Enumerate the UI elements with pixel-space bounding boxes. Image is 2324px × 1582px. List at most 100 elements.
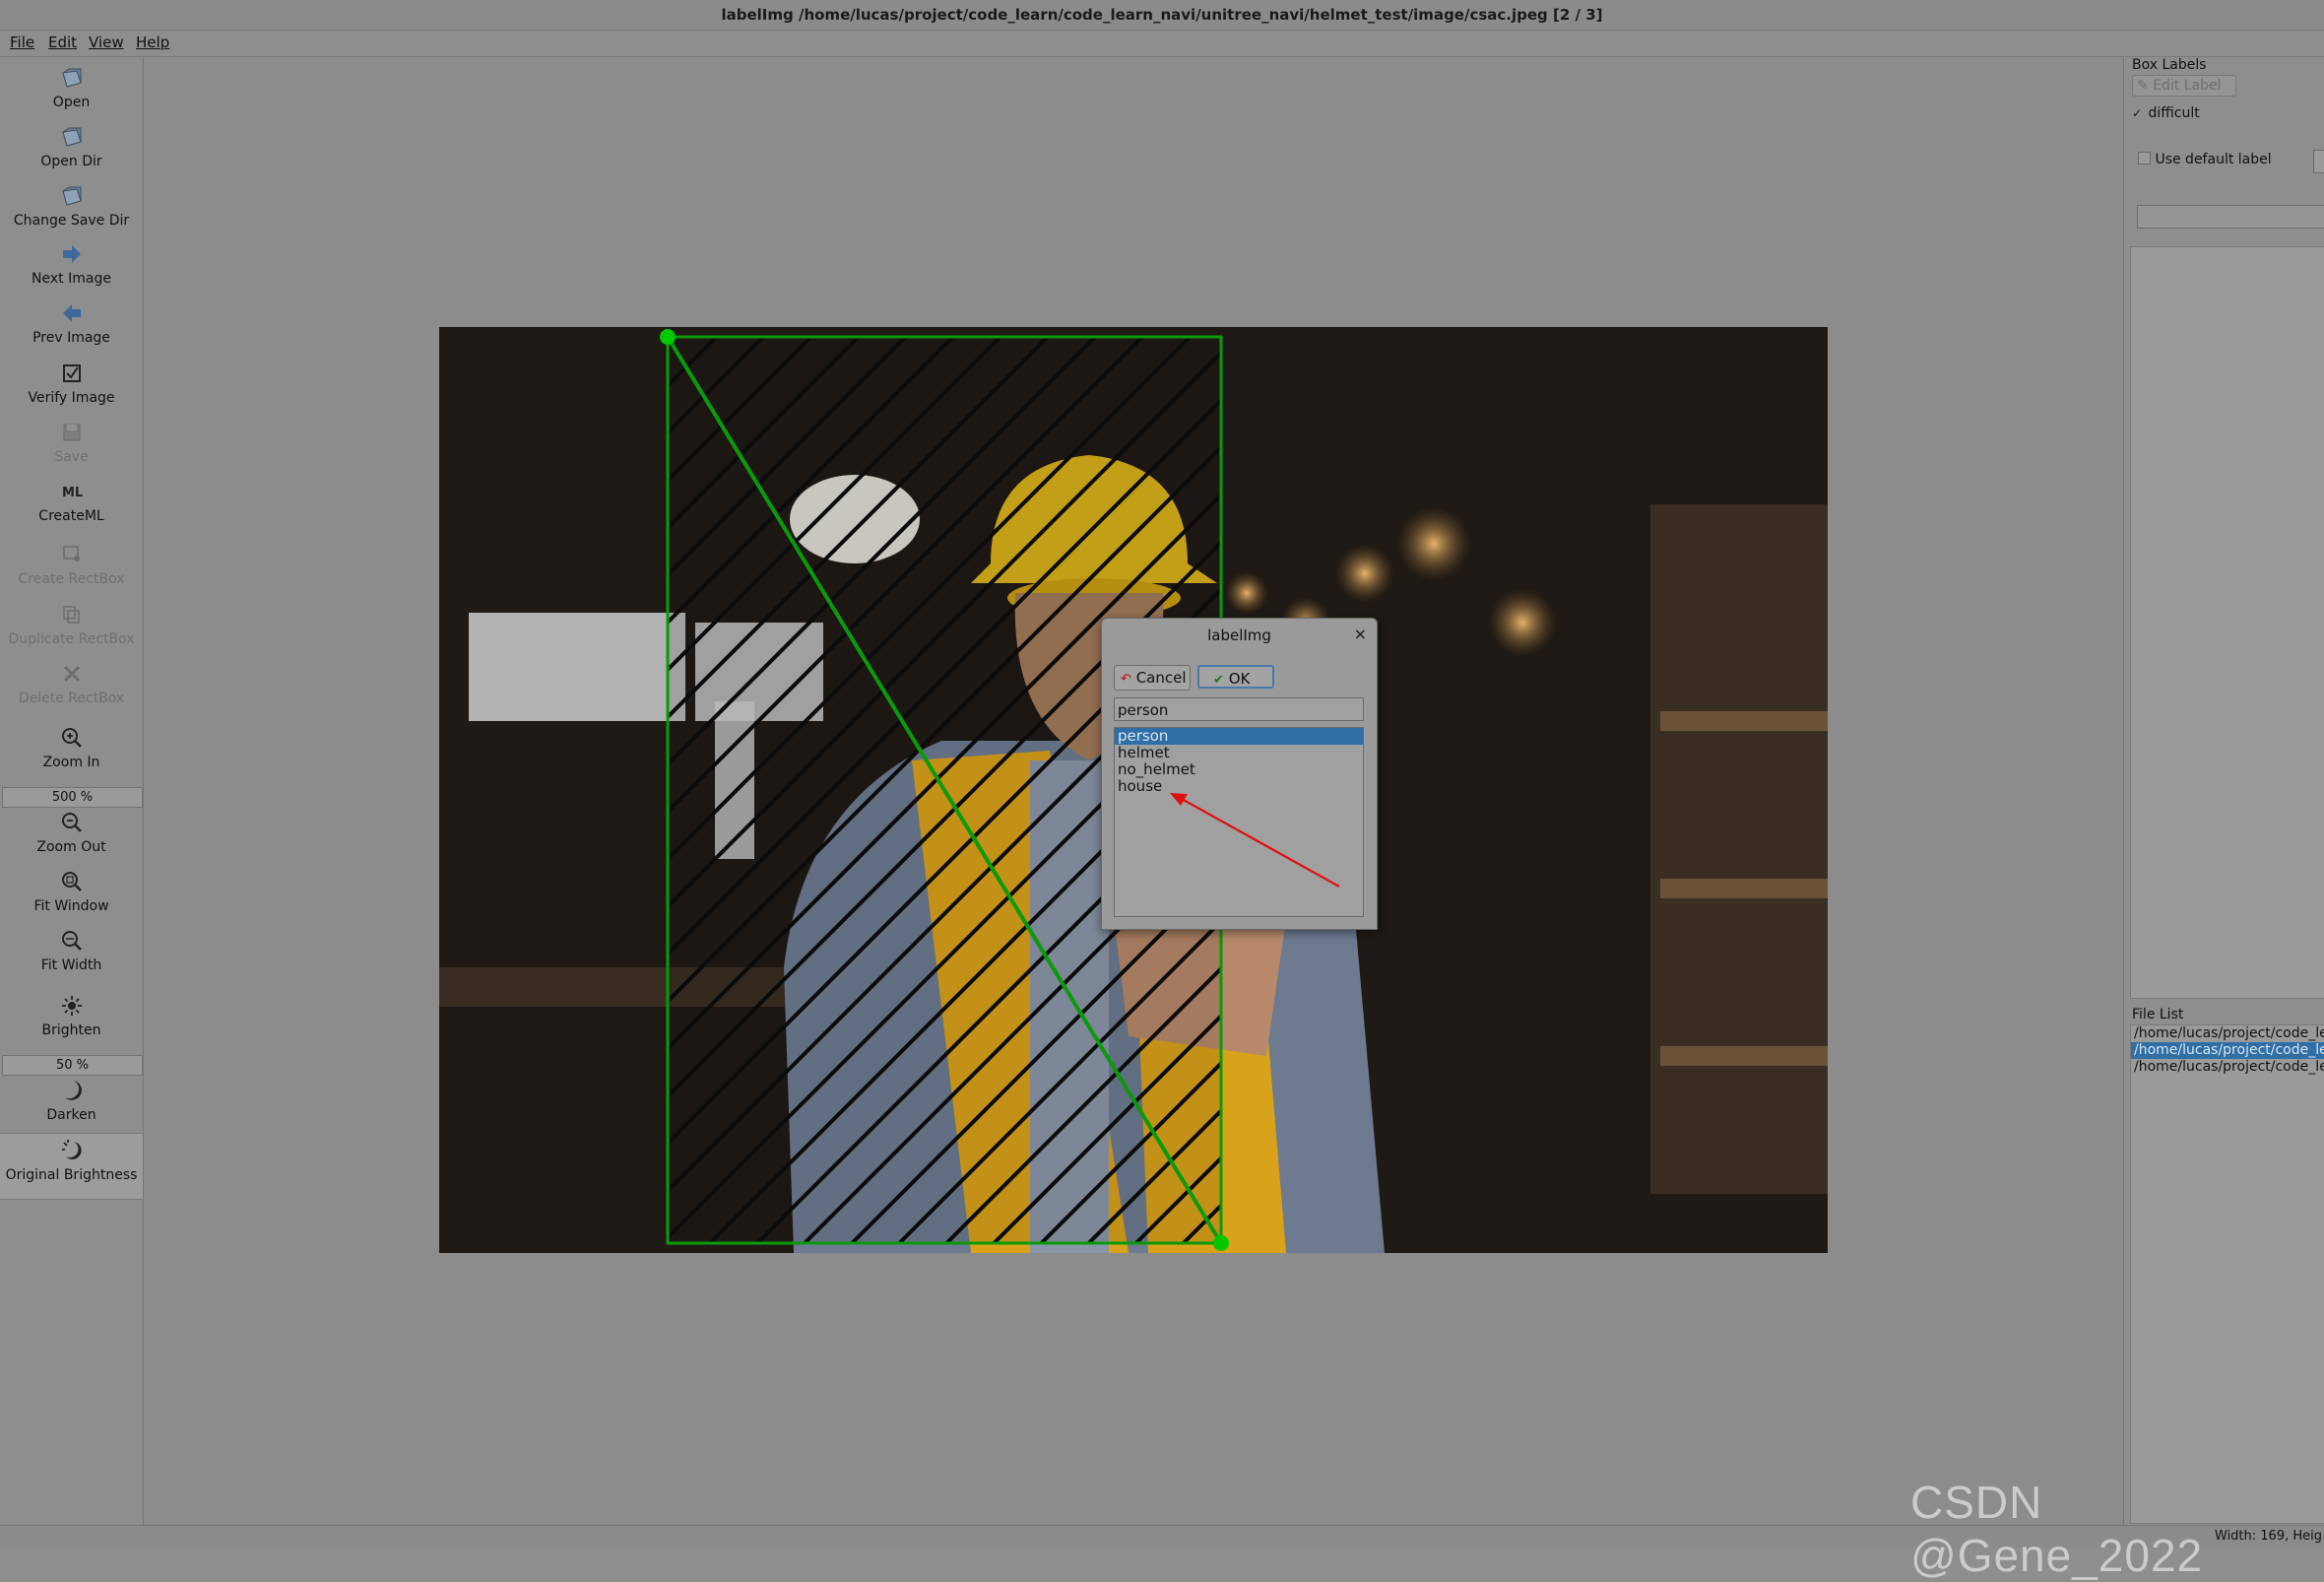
brightness-reset-icon — [61, 1140, 82, 1159]
change-save-dir-button[interactable]: Change Save Dir — [0, 183, 143, 229]
zoom-out-label: Zoom Out — [36, 839, 106, 855]
close-icon[interactable]: × — [1354, 625, 1367, 643]
file-list[interactable]: /home/lucas/project/code_le /home/lucas/… — [2130, 1024, 2324, 1524]
createml-button[interactable]: ML CreateML — [0, 479, 143, 524]
svg-text:ML: ML — [62, 486, 83, 500]
fit-width-button[interactable]: Fit Width — [0, 928, 143, 973]
edit-label-text: Edit Label — [2153, 78, 2222, 94]
rect-box-icon — [62, 546, 80, 561]
brighten-label: Brighten — [41, 1022, 101, 1038]
darken-label: Darken — [46, 1107, 97, 1123]
bbox-handle-top-left[interactable] — [660, 329, 676, 345]
create-rectbox-button[interactable]: Create RectBox — [0, 542, 143, 587]
change-save-dir-label: Change Save Dir — [13, 213, 130, 229]
bbox-handle-bottom-right[interactable] — [1213, 1235, 1229, 1251]
difficult-checkbox[interactable]: ✓ difficult — [2132, 105, 2200, 121]
difficult-label: difficult — [2148, 105, 2200, 121]
darken-button[interactable]: Darken — [0, 1078, 143, 1123]
copy-icon — [62, 606, 80, 624]
sun-icon — [61, 996, 82, 1016]
open-button[interactable]: Open — [0, 65, 143, 110]
open-dir-button[interactable]: Open Dir — [0, 124, 143, 169]
zoom-in-label: Zoom In — [42, 755, 100, 770]
verify-image-button[interactable]: Verify Image — [0, 361, 143, 406]
file-list-item[interactable]: /home/lucas/project/code_le — [2131, 1059, 2324, 1076]
menu-edit[interactable]: Edit — [48, 33, 77, 51]
edit-label-button[interactable]: ✎ Edit Label — [2132, 75, 2236, 97]
watermark: CSDN @Gene_2022 — [1910, 1477, 2204, 1581]
label-option-selected[interactable]: person — [1115, 728, 1363, 745]
prev-image-label: Prev Image — [32, 330, 110, 346]
cancel-button[interactable]: ↶ Cancel — [1114, 665, 1191, 691]
checkmark-icon: ✔ — [1213, 673, 1224, 688]
zoom-out-icon — [61, 813, 82, 832]
open-label: Open — [52, 95, 91, 110]
floppy-disk-icon — [63, 424, 80, 441]
undo-icon: ↶ — [1121, 672, 1131, 687]
format-icon: ML — [62, 486, 83, 500]
folder-open-icon — [61, 186, 82, 206]
checkbox-checked-icon: ✓ — [2132, 106, 2143, 120]
use-default-label-text: Use default label — [2155, 152, 2272, 167]
open-dir-label: Open Dir — [40, 154, 102, 169]
fit-window-button[interactable]: Fit Window — [0, 869, 143, 914]
zoom-fit-width-icon — [61, 931, 82, 951]
folder-open-icon — [61, 127, 82, 147]
use-default-label-checkbox[interactable]: Use default label — [2138, 152, 2272, 167]
brighten-button[interactable]: Brighten — [0, 993, 143, 1038]
delete-rectbox-label: Delete RectBox — [18, 691, 125, 706]
menu-bar: File Edit View Help — [0, 31, 2324, 57]
duplicate-rectbox-button[interactable]: Duplicate RectBox — [0, 602, 143, 647]
arrow-left-icon — [62, 304, 81, 322]
label-option[interactable]: helmet — [1115, 745, 1363, 761]
zoom-level-spinbox[interactable]: 500 % — [2, 787, 143, 808]
zoom-fit-icon — [61, 872, 82, 891]
next-image-button[interactable]: Next Image — [0, 241, 143, 287]
arrow-right-icon — [62, 245, 81, 263]
label-dialog: labelImg × ↶ Cancel ✔ OK person person h… — [1101, 618, 1378, 930]
zoom-in-icon — [61, 728, 82, 748]
toolbar: Open Open Dir Change Save Dir Next Image… — [0, 57, 144, 1525]
ok-label: OK — [1228, 670, 1251, 688]
zoom-out-button[interactable]: Zoom Out — [0, 810, 143, 855]
menu-file[interactable]: File — [10, 33, 34, 51]
original-brightness-label: Original Brightness — [5, 1167, 138, 1183]
label-option[interactable]: no_helmet — [1115, 761, 1363, 778]
file-list-item-selected[interactable]: /home/lucas/project/code_le — [2131, 1042, 2324, 1059]
checkbox-unchecked-icon — [2138, 152, 2151, 165]
window-title: labelImg /home/lucas/project/code_learn/… — [0, 0, 2324, 31]
brightness-spinbox[interactable]: 50 % — [2, 1055, 143, 1076]
cancel-label: Cancel — [1135, 669, 1187, 687]
file-list-title: File List — [2132, 1007, 2184, 1022]
folder-open-icon — [61, 68, 82, 88]
createml-label: CreateML — [38, 508, 104, 524]
label-option[interactable]: house — [1115, 778, 1363, 795]
save-button[interactable]: Save — [0, 420, 143, 465]
fit-width-label: Fit Width — [40, 957, 102, 973]
next-image-label: Next Image — [32, 271, 111, 287]
label-list[interactable] — [2130, 246, 2324, 999]
duplicate-rectbox-label: Duplicate RectBox — [8, 631, 135, 647]
ok-button[interactable]: ✔ OK — [1197, 665, 1274, 689]
fit-window-label: Fit Window — [33, 898, 109, 914]
dialog-title: labelImg — [1207, 626, 1271, 644]
prev-image-button[interactable]: Prev Image — [0, 300, 143, 346]
save-label: Save — [54, 449, 89, 465]
delete-x-icon — [63, 665, 80, 683]
original-brightness-button[interactable]: Original Brightness — [0, 1133, 143, 1200]
create-rectbox-label: Create RectBox — [18, 571, 125, 587]
checkbox-icon — [62, 364, 81, 382]
zoom-in-button[interactable]: Zoom In — [0, 725, 143, 770]
edit-pencil-icon: ✎ — [2137, 78, 2149, 94]
delete-rectbox-button[interactable]: Delete RectBox — [0, 661, 143, 706]
menu-view[interactable]: View — [89, 33, 124, 51]
default-label-input[interactable] — [2313, 150, 2324, 173]
label-options-list[interactable]: person helmet no_helmet house — [1114, 727, 1364, 917]
moon-icon — [64, 1081, 82, 1100]
box-labels-title: Box Labels — [2132, 57, 2207, 73]
difficult-combo-box[interactable] — [2137, 205, 2324, 229]
verify-image-label: Verify Image — [28, 390, 115, 406]
menu-help[interactable]: Help — [136, 33, 169, 51]
file-list-item[interactable]: /home/lucas/project/code_le — [2131, 1025, 2324, 1042]
label-input[interactable]: person — [1114, 697, 1364, 721]
